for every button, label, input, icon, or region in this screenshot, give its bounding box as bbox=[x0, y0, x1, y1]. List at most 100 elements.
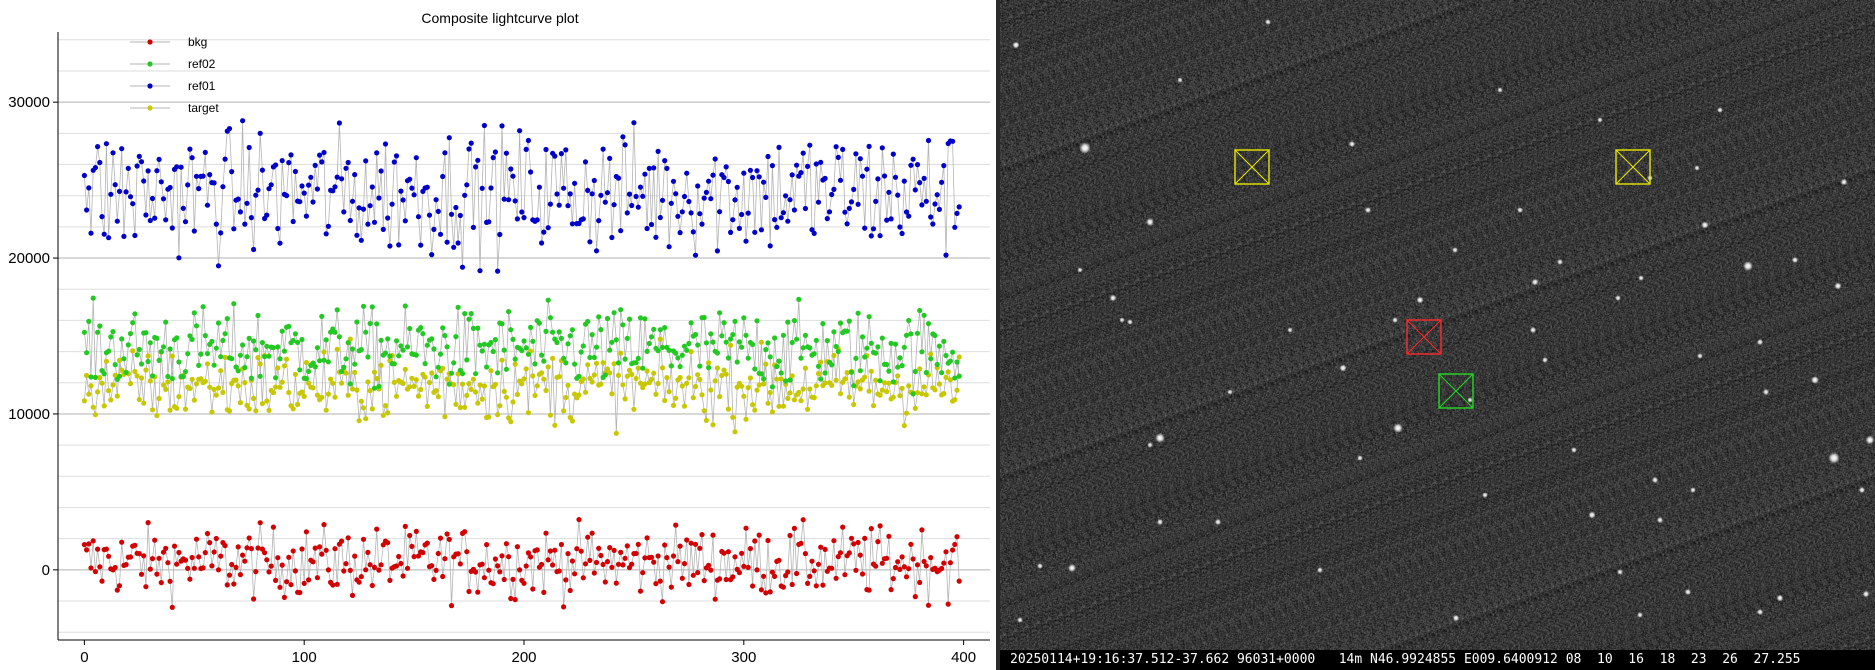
data-point-bkg bbox=[679, 575, 685, 581]
data-point-bkg bbox=[952, 541, 958, 548]
aperture-marker-comparison[interactable] bbox=[1438, 373, 1474, 409]
data-point-bkg bbox=[301, 580, 307, 587]
x-tick-label: 400 bbox=[951, 649, 976, 666]
data-point-bkg bbox=[358, 574, 364, 580]
data-point-bkg bbox=[312, 545, 318, 551]
data-point-target bbox=[932, 387, 938, 393]
data-point-ref01 bbox=[284, 193, 290, 199]
data-point-bkg bbox=[132, 542, 138, 548]
data-point-ref01 bbox=[95, 144, 101, 150]
data-point-ref02 bbox=[725, 355, 732, 361]
data-point-ref02 bbox=[479, 348, 485, 354]
data-point-ref01 bbox=[842, 209, 848, 215]
data-point-ref01 bbox=[919, 202, 925, 208]
aperture-marker-target[interactable] bbox=[1406, 319, 1442, 355]
data-point-ref01 bbox=[655, 148, 661, 154]
data-point-ref02 bbox=[125, 342, 131, 348]
data-point-ref01 bbox=[514, 216, 521, 222]
data-point-bkg bbox=[785, 569, 791, 575]
data-point-ref01 bbox=[354, 232, 360, 238]
data-point-bkg bbox=[207, 540, 213, 546]
data-point-target bbox=[345, 392, 351, 398]
data-point-target bbox=[780, 403, 787, 409]
data-point-bkg bbox=[877, 523, 883, 529]
data-point-ref01 bbox=[248, 215, 254, 221]
data-point-ref01 bbox=[341, 209, 347, 215]
data-point-target bbox=[339, 380, 345, 386]
data-point-bkg bbox=[152, 537, 158, 543]
data-point-ref01 bbox=[743, 238, 749, 244]
data-point-bkg bbox=[903, 574, 910, 580]
data-point-target bbox=[600, 360, 606, 366]
data-point-bkg bbox=[765, 537, 771, 544]
data-point-bkg bbox=[846, 550, 852, 556]
data-point-bkg bbox=[363, 567, 369, 573]
data-point-ref02 bbox=[934, 361, 940, 368]
data-point-ref02 bbox=[668, 363, 674, 369]
data-point-bkg bbox=[763, 590, 769, 596]
data-point-ref01 bbox=[914, 162, 921, 168]
data-point-ref02 bbox=[618, 307, 624, 313]
data-point-ref02 bbox=[591, 354, 597, 361]
data-point-ref02 bbox=[884, 361, 890, 368]
data-point-ref02 bbox=[275, 344, 281, 350]
data-point-ref02 bbox=[662, 325, 668, 331]
data-point-bkg bbox=[165, 560, 171, 566]
data-point-ref02 bbox=[798, 355, 804, 361]
data-point-ref01 bbox=[182, 219, 189, 225]
data-point-ref02 bbox=[719, 333, 725, 339]
data-point-ref01 bbox=[633, 193, 639, 200]
data-point-target bbox=[187, 385, 193, 392]
data-point-ref02 bbox=[866, 314, 872, 320]
aperture-marker-ref02[interactable] bbox=[1615, 149, 1651, 185]
data-point-bkg bbox=[213, 535, 219, 542]
data-point-bkg bbox=[657, 578, 663, 584]
data-point-bkg bbox=[699, 532, 705, 538]
data-point-bkg bbox=[857, 552, 863, 558]
data-point-ref02 bbox=[121, 356, 127, 362]
data-point-ref01 bbox=[253, 192, 259, 198]
data-point-bkg bbox=[950, 547, 956, 553]
data-point-ref02 bbox=[519, 348, 525, 354]
data-point-target bbox=[677, 374, 683, 381]
data-point-target bbox=[290, 406, 296, 412]
data-point-ref02 bbox=[640, 365, 646, 371]
data-point-bkg bbox=[360, 536, 367, 542]
data-point-ref02 bbox=[807, 345, 813, 351]
sky-image-panel[interactable]: 20250114+19:16:37.512-37.662 96031+0000 … bbox=[1000, 0, 1875, 670]
data-point-bkg bbox=[866, 587, 872, 593]
aperture-marker-ref01[interactable] bbox=[1234, 149, 1270, 185]
data-point-bkg bbox=[466, 588, 472, 595]
data-point-ref01 bbox=[736, 225, 743, 231]
data-point-ref01 bbox=[805, 163, 811, 169]
data-point-ref02 bbox=[609, 339, 615, 345]
data-point-ref02 bbox=[127, 331, 134, 337]
data-point-target bbox=[686, 375, 692, 381]
data-point-ref01 bbox=[358, 237, 364, 243]
data-point-target bbox=[615, 372, 622, 378]
data-point-ref01 bbox=[213, 221, 219, 227]
data-point-target bbox=[833, 377, 839, 383]
data-point-target bbox=[697, 376, 703, 383]
data-point-target bbox=[877, 392, 883, 398]
data-point-bkg bbox=[226, 572, 233, 578]
data-point-ref01 bbox=[523, 146, 529, 152]
data-point-bkg bbox=[281, 594, 287, 601]
data-point-bkg bbox=[103, 546, 109, 552]
data-point-ref01 bbox=[292, 168, 298, 175]
data-point-ref02 bbox=[855, 310, 861, 316]
data-point-bkg bbox=[332, 546, 338, 552]
data-point-ref01 bbox=[446, 135, 452, 141]
data-point-target bbox=[688, 349, 694, 355]
data-point-bkg bbox=[673, 522, 679, 528]
data-point-bkg bbox=[910, 556, 916, 562]
data-point-ref01 bbox=[637, 184, 644, 190]
data-point-ref02 bbox=[189, 336, 195, 342]
data-point-ref02 bbox=[169, 376, 175, 382]
data-point-bkg bbox=[224, 582, 230, 588]
data-point-ref01 bbox=[259, 167, 265, 173]
data-point-bkg bbox=[572, 571, 578, 577]
data-point-ref02 bbox=[86, 318, 92, 324]
data-point-ref01 bbox=[741, 170, 747, 176]
data-point-target bbox=[708, 387, 714, 393]
